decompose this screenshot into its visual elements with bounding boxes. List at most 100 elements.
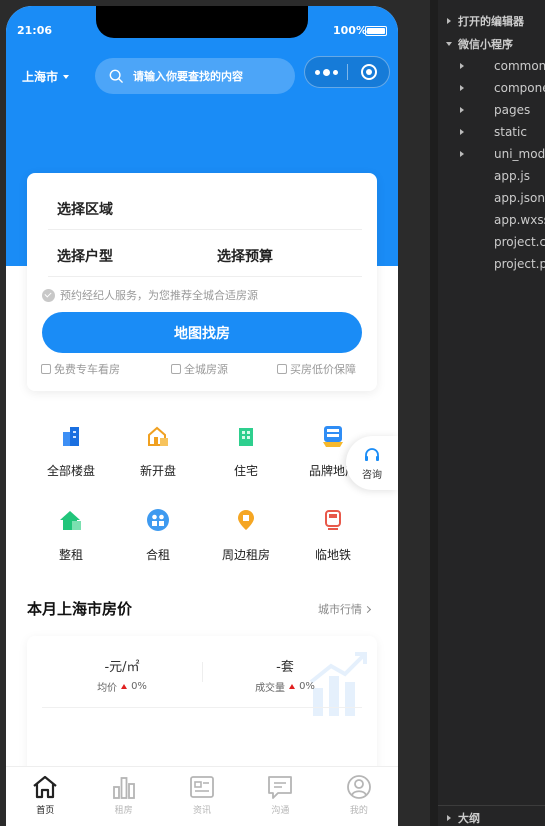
tree-item-label: pages <box>494 103 531 117</box>
layout-selector[interactable]: 选择户型 <box>57 246 113 266</box>
feature-free-car: 免费专车看房 <box>41 361 120 377</box>
category-shared-rent[interactable]: 合租 <box>118 508 198 563</box>
news-icon <box>190 776 214 798</box>
city-trend-link[interactable]: 城市行情 <box>318 601 372 617</box>
tree-item-label: project.private.config.json <box>494 257 545 271</box>
file-project-config[interactable]: project.config.json <box>438 232 545 252</box>
tab-label: 沟通 <box>271 806 290 816</box>
open-editors-section[interactable]: 打开的编辑器 <box>438 11 545 31</box>
chevron-right-icon <box>460 85 464 91</box>
divider <box>438 805 545 806</box>
category-label: 住宅 <box>233 464 258 478</box>
divider <box>42 707 362 708</box>
chevron-right-icon <box>460 151 464 157</box>
up-arrow-icon <box>121 684 128 689</box>
panel-divider[interactable] <box>430 0 438 826</box>
category-label: 合租 <box>145 548 170 562</box>
file-explorer: 打开的编辑器 微信小程序 common components pages sta… <box>438 0 545 826</box>
file-app-json[interactable]: app.json <box>438 188 545 208</box>
search-bar[interactable]: 请输入你要查找的内容 <box>95 58 295 94</box>
price-card: -元/㎡ 均价 0% -套 成交量 0% <box>27 636 377 786</box>
device-notch <box>96 6 308 38</box>
tab-home[interactable]: 首页 <box>6 767 84 826</box>
document-icon <box>171 364 181 374</box>
folder-static[interactable]: static <box>438 122 545 142</box>
category-subway[interactable]: 临地铁 <box>293 508 373 563</box>
city-selector[interactable]: 上海市 <box>22 68 70 85</box>
folder-pages[interactable]: pages <box>438 100 545 120</box>
tab-news[interactable]: 资讯 <box>163 767 241 826</box>
folder-common[interactable]: common <box>438 56 545 76</box>
file-project-private-config[interactable]: project.private.config.json <box>438 254 545 274</box>
volume-sub: 成交量 0% <box>215 679 355 694</box>
stat-change: 0% <box>299 681 315 692</box>
phone-simulator: 21:06 100% 上海市 请输入你要查找的内容 选择区域 选择户型 选择预算 <box>6 6 398 826</box>
feature-all-listings: 全城房源 <box>171 361 228 377</box>
home-icon <box>33 775 57 799</box>
tree-item-label: components <box>494 81 545 95</box>
tab-label: 资讯 <box>193 806 212 816</box>
avg-price-sub: 均价 0% <box>52 679 192 694</box>
area-selector[interactable]: 选择区域 <box>57 199 113 219</box>
tab-label: 租房 <box>114 806 133 816</box>
volume-stat: -套 成交量 0% <box>215 656 355 694</box>
close-target-icon[interactable] <box>348 57 389 87</box>
headset-icon <box>365 447 379 461</box>
file-app-js[interactable]: app.js <box>438 166 545 186</box>
stat-change: 0% <box>131 681 147 692</box>
divider <box>48 229 362 230</box>
map-search-button[interactable]: 地图找房 <box>42 312 362 353</box>
whole-rent-icon <box>60 511 81 530</box>
tab-rent[interactable]: 租房 <box>84 767 162 826</box>
section-label: 打开的编辑器 <box>458 15 524 28</box>
outline-section[interactable]: 大纲 <box>438 808 545 826</box>
avg-price-value: -元/㎡ <box>104 660 140 675</box>
folder-uni-modules[interactable]: uni_modules <box>438 144 545 164</box>
category-whole-rent[interactable]: 整租 <box>31 508 111 563</box>
folder-components[interactable]: components <box>438 78 545 98</box>
brand-icon <box>323 426 343 447</box>
user-icon <box>346 775 371 799</box>
tab-label: 我的 <box>349 806 368 816</box>
search-placeholder: 请输入你要查找的内容 <box>133 70 243 83</box>
tab-chat[interactable]: 沟通 <box>241 767 319 826</box>
stat-label: 均价 <box>97 683 118 694</box>
project-root[interactable]: 微信小程序 <box>438 34 545 54</box>
category-label: 临地铁 <box>314 548 351 562</box>
agent-service-checkbox[interactable]: 预约经纪人服务，为您推荐全城合适房源 <box>42 287 258 303</box>
chat-icon <box>268 776 293 799</box>
tab-mine[interactable]: 我的 <box>320 767 398 826</box>
screen: 21:06 100% 上海市 请输入你要查找的内容 选择区域 选择户型 选择预算 <box>0 0 545 826</box>
tree-item-label: app.wxss <box>494 213 545 227</box>
category-label: 新开盘 <box>139 464 176 478</box>
shield-icon <box>277 364 287 374</box>
chevron-right-icon <box>447 18 451 24</box>
category-label: 周边租房 <box>221 548 270 562</box>
category-residence[interactable]: 住宅 <box>206 424 286 479</box>
buildings-icon <box>63 427 79 446</box>
category-label: 整租 <box>58 548 83 562</box>
consult-button[interactable]: 咨询 <box>346 436 398 490</box>
divider <box>202 662 203 682</box>
category-new-opening[interactable]: 新开盘 <box>118 424 198 479</box>
category-nearby[interactable]: 周边租房 <box>206 508 286 563</box>
more-dots-icon[interactable] <box>305 57 347 87</box>
car-icon <box>41 364 51 374</box>
file-app-wxss[interactable]: app.wxss <box>438 210 545 230</box>
feature-label: 免费专车看房 <box>54 363 120 376</box>
chevron-right-icon <box>460 63 464 69</box>
section-title: 本月上海市房价 <box>27 600 133 618</box>
budget-selector[interactable]: 选择预算 <box>217 246 273 266</box>
tree-item-label: common <box>494 59 545 73</box>
category-label: 全部楼盘 <box>46 464 95 478</box>
tab-bar: 首页 租房 资讯 沟通 我的 <box>6 766 398 826</box>
city-label: 上海市 <box>22 70 59 84</box>
project-label: 微信小程序 <box>458 38 513 51</box>
tree-item-label: uni_modules <box>494 147 545 161</box>
battery-icon <box>365 26 387 36</box>
chevron-right-icon <box>363 605 372 613</box>
section-label: 大纲 <box>458 812 480 825</box>
tree-item-label: static <box>494 125 527 139</box>
category-all-buildings[interactable]: 全部楼盘 <box>31 424 111 479</box>
stat-label: 成交量 <box>255 683 286 694</box>
